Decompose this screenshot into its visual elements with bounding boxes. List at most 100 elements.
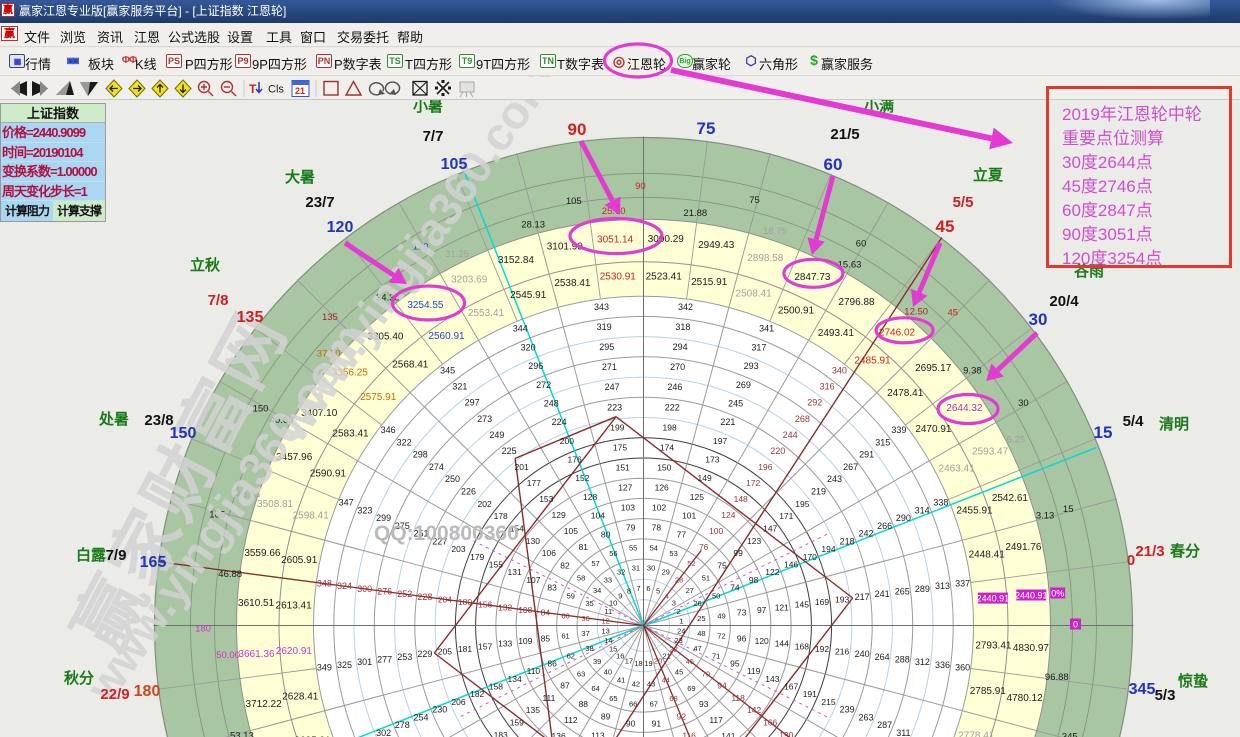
svg-text:7/8: 7/8: [208, 292, 229, 309]
svg-text:96.88: 96.88: [1045, 672, 1069, 683]
svg-text:219: 219: [811, 487, 826, 497]
svg-text:55: 55: [629, 544, 637, 553]
svg-text:惊蛰: 惊蛰: [1178, 672, 1208, 690]
svg-text:41: 41: [617, 675, 625, 684]
svg-text:102: 102: [652, 503, 666, 513]
svg-text:180: 180: [195, 624, 211, 635]
svg-text:立秋: 立秋: [190, 256, 221, 274]
svg-text:2796.88: 2796.88: [838, 297, 875, 308]
svg-text:2590.91: 2590.91: [310, 468, 347, 479]
svg-text:处暑: 处暑: [98, 410, 129, 428]
svg-text:8: 8: [627, 586, 631, 595]
svg-text:347: 347: [339, 498, 354, 508]
svg-text:119: 119: [747, 666, 761, 676]
svg-text:120: 120: [755, 636, 769, 646]
svg-text:243: 243: [827, 474, 842, 484]
svg-text:2785.91: 2785.91: [970, 686, 1007, 697]
svg-text:60: 60: [856, 238, 867, 249]
svg-text:290: 290: [896, 513, 911, 523]
svg-text:221: 221: [720, 417, 735, 427]
svg-text:57: 57: [591, 559, 599, 568]
svg-text:72: 72: [717, 632, 725, 641]
svg-text:224: 224: [552, 417, 567, 427]
svg-text:200: 200: [560, 436, 574, 446]
svg-text:95: 95: [730, 658, 740, 668]
svg-text:230: 230: [432, 705, 447, 715]
svg-text:178: 178: [494, 511, 508, 521]
svg-text:3.13: 3.13: [1036, 511, 1055, 522]
svg-text:298: 298: [413, 450, 428, 460]
svg-text:2949.43: 2949.43: [698, 240, 735, 251]
svg-text:297: 297: [465, 398, 480, 408]
svg-text:101: 101: [682, 511, 696, 521]
svg-text:93: 93: [699, 699, 709, 709]
svg-text:2545.91: 2545.91: [510, 290, 547, 301]
svg-text:311: 311: [896, 728, 910, 737]
svg-text:47: 47: [693, 644, 701, 653]
svg-text:4780.12: 4780.12: [1007, 693, 1044, 704]
svg-text:7/7: 7/7: [423, 128, 444, 145]
svg-text:346: 346: [381, 425, 396, 435]
svg-text:205: 205: [438, 647, 452, 657]
svg-text:17: 17: [625, 657, 633, 666]
svg-text:321: 321: [452, 382, 467, 392]
svg-text:345: 345: [1129, 681, 1156, 698]
svg-text:15: 15: [1063, 504, 1074, 515]
svg-text:2598.41: 2598.41: [293, 511, 330, 522]
svg-text:129: 129: [552, 510, 566, 520]
svg-text:82: 82: [560, 560, 570, 570]
svg-text:302: 302: [376, 728, 391, 737]
svg-text:300: 300: [357, 584, 372, 594]
svg-text:2440.91: 2440.91: [1015, 591, 1048, 601]
svg-text:165: 165: [140, 554, 167, 571]
svg-text:94: 94: [717, 681, 727, 691]
svg-text:273: 273: [477, 414, 492, 424]
svg-text:341: 341: [759, 324, 774, 334]
svg-text:109: 109: [518, 636, 532, 646]
svg-text:124: 124: [721, 510, 735, 520]
svg-text:6.25: 6.25: [1007, 434, 1026, 445]
svg-text:61: 61: [561, 632, 569, 641]
svg-text:2523.41: 2523.41: [646, 271, 683, 282]
svg-text:202: 202: [478, 499, 492, 509]
svg-text:86: 86: [547, 658, 557, 668]
svg-text:271: 271: [602, 362, 617, 372]
svg-text:181: 181: [458, 644, 472, 654]
svg-text:252: 252: [397, 589, 412, 599]
svg-text:2553.41: 2553.41: [468, 308, 505, 319]
svg-text:74: 74: [730, 583, 740, 593]
svg-text:2448.41: 2448.41: [969, 550, 1006, 561]
svg-text:77: 77: [677, 529, 687, 539]
svg-text:158: 158: [489, 682, 503, 692]
svg-text:清明: 清明: [1159, 415, 1189, 433]
svg-text:107: 107: [526, 575, 540, 585]
svg-text:4830.97: 4830.97: [1013, 643, 1050, 654]
svg-text:3712.22: 3712.22: [246, 699, 283, 710]
svg-text:2463.41: 2463.41: [939, 463, 976, 474]
svg-text:21: 21: [295, 86, 305, 96]
svg-text:192: 192: [815, 644, 829, 654]
svg-text:2542.61: 2542.61: [992, 493, 1029, 504]
svg-text:5/3: 5/3: [1155, 687, 1176, 704]
svg-text:226: 226: [461, 487, 476, 497]
svg-text:16: 16: [616, 652, 624, 661]
svg-text:170: 170: [803, 552, 817, 562]
svg-text:23/7: 23/7: [305, 194, 334, 211]
svg-text:291: 291: [859, 450, 874, 460]
svg-text:349: 349: [317, 662, 332, 672]
svg-text:大暑: 大暑: [285, 168, 315, 186]
svg-text:2515.91: 2515.91: [691, 277, 728, 288]
svg-text:25.00: 25.00: [602, 206, 626, 217]
svg-text:50.00: 50.00: [216, 650, 240, 661]
svg-text:136: 136: [552, 731, 566, 737]
svg-text:194: 194: [821, 544, 835, 554]
svg-text:142: 142: [747, 705, 761, 715]
svg-text:25: 25: [697, 614, 705, 623]
svg-text:23: 23: [675, 636, 683, 645]
svg-text:7/9: 7/9: [106, 547, 127, 564]
svg-text:64: 64: [591, 684, 599, 693]
svg-text:63: 63: [577, 669, 585, 678]
svg-text:313: 313: [935, 581, 950, 591]
svg-text:28.13: 28.13: [521, 220, 545, 231]
svg-text:196: 196: [758, 462, 772, 472]
